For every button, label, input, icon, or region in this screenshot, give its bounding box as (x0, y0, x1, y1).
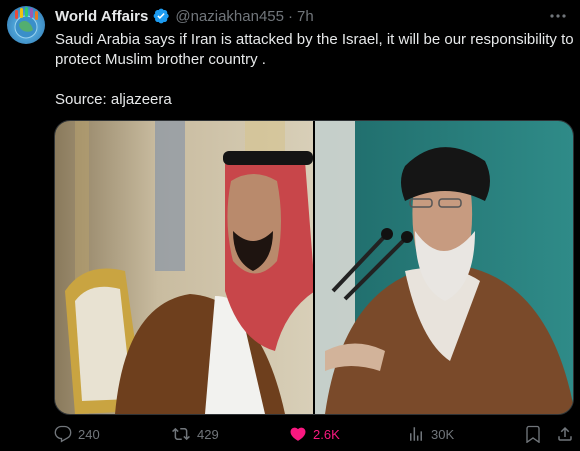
share-button[interactable] (556, 424, 580, 444)
share-icon (558, 426, 572, 441)
post-header: World Affairs @naziakhan455 · 7h (55, 6, 568, 26)
more-icon[interactable] (548, 6, 568, 26)
views-icon (410, 427, 422, 441)
post-body: Saudi Arabia says if Iran is attacked by… (55, 31, 574, 68)
repost-icon (172, 427, 190, 441)
reply-button[interactable]: 240 (54, 424, 100, 444)
reply-icon (54, 425, 72, 443)
repost-count: 429 (197, 426, 219, 442)
avatar[interactable] (7, 6, 45, 44)
bookmark-icon (526, 425, 540, 443)
repost-button[interactable]: 429 (171, 424, 219, 444)
separator-dot: · (287, 7, 293, 25)
verified-badge-icon[interactable] (152, 7, 170, 25)
author-name[interactable]: World Affairs (55, 8, 148, 25)
author-handle[interactable]: @naziakhan455 (175, 8, 284, 25)
post-source: Source: aljazeera (55, 91, 172, 108)
views-count: 30K (431, 426, 455, 442)
like-icon (290, 427, 306, 441)
post-text: Saudi Arabia says if Iran is attacked by… (55, 30, 575, 110)
reply-count: 240 (78, 426, 100, 442)
post-time[interactable]: 7h (297, 8, 314, 25)
post-image[interactable] (54, 120, 574, 415)
like-count: 2.6K (313, 426, 340, 442)
like-button[interactable]: 2.6K (289, 424, 340, 444)
views-button[interactable]: 30K (407, 424, 454, 444)
action-bar: 240 429 2.6K 30K (54, 424, 574, 444)
bookmark-button[interactable] (524, 424, 548, 444)
